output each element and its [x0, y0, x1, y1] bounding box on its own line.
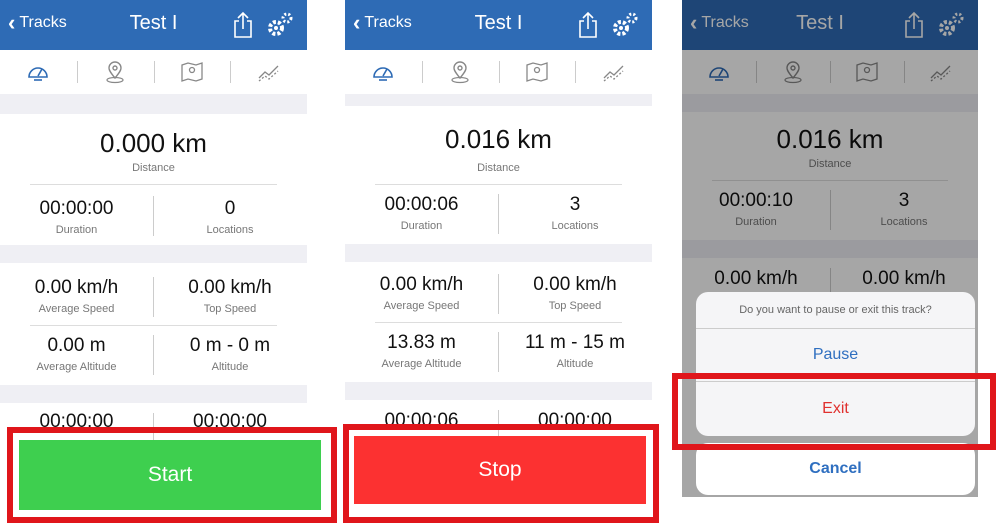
- share-icon[interactable]: [231, 11, 255, 39]
- share-icon[interactable]: [576, 11, 600, 39]
- map-pin-icon: [451, 61, 469, 84]
- divider: [375, 184, 622, 185]
- altitude-range-value: 11 m - 15 m: [525, 332, 625, 353]
- page-title: Test I: [129, 12, 178, 34]
- speedometer-icon: [373, 67, 394, 81]
- section-spacer: [0, 94, 307, 114]
- gear-icon[interactable]: [265, 10, 295, 40]
- map-pin-icon: [106, 61, 124, 84]
- duration-label: Duration: [55, 224, 98, 236]
- distance-label: Distance: [477, 162, 520, 174]
- top-speed-value: 0.00 km/h: [533, 274, 617, 295]
- locations-label: Locations: [551, 220, 599, 232]
- speed-altitude-card: 0.00 km/h Average Speed 0.00 km/h Top Sp…: [345, 262, 652, 382]
- page-title: Test I: [474, 12, 523, 34]
- tab-bar: [345, 50, 652, 94]
- section-spacer: [0, 385, 307, 403]
- tab-map[interactable]: [498, 50, 576, 94]
- locations-label: Locations: [206, 224, 254, 236]
- map-icon: [181, 62, 203, 82]
- section-spacer: [345, 244, 652, 262]
- duration-label: Duration: [400, 220, 443, 232]
- locations-value: 3: [569, 194, 581, 215]
- tab-chart[interactable]: [575, 50, 652, 94]
- tab-location[interactable]: [76, 50, 154, 94]
- locations-value: 0: [224, 198, 236, 219]
- cancel-button[interactable]: Cancel: [696, 443, 975, 495]
- duration-value: 00:00:06: [384, 194, 459, 215]
- average-altitude-value: 0.00 m: [47, 335, 106, 356]
- chart-icon: [258, 65, 279, 82]
- distance-card: 0.000 km Distance 00:00:00 Duration 0 Lo…: [0, 114, 307, 245]
- speed-altitude-card: 0.00 km/h Average Speed 0.00 km/h Top Sp…: [0, 263, 307, 385]
- tab-location[interactable]: [421, 50, 499, 94]
- tab-bar: [0, 50, 307, 94]
- top-speed-value: 0.00 km/h: [188, 277, 272, 298]
- tab-chart[interactable]: [230, 50, 307, 94]
- altitude-range-value: 0 m - 0 m: [189, 335, 271, 356]
- section-spacer: [0, 245, 307, 263]
- dialog-message: Do you want to pause or exit this track?: [739, 304, 932, 316]
- top-speed-label: Top Speed: [203, 303, 257, 315]
- distance-card: 0.016 km Distance 00:00:06 Duration 3 Lo…: [345, 106, 652, 244]
- average-speed-label: Average Speed: [38, 303, 115, 315]
- distance-label: Distance: [132, 162, 175, 174]
- highlight-box: [7, 427, 337, 523]
- divider: [30, 184, 277, 185]
- highlight-box: [672, 373, 996, 450]
- average-speed-value: 0.00 km/h: [379, 274, 464, 295]
- duration-value: 00:00:00: [39, 198, 114, 219]
- divider: [375, 322, 622, 323]
- chart-icon: [603, 65, 624, 82]
- tab-stats[interactable]: [0, 50, 77, 94]
- divider: [30, 325, 277, 326]
- section-spacer: [345, 94, 652, 106]
- distance-value: 0.016 km: [445, 124, 552, 154]
- nav-bar: ‹ Tracks Test I: [0, 0, 307, 50]
- section-spacer: [345, 382, 652, 400]
- average-altitude-label: Average Altitude: [36, 361, 117, 373]
- altitude-label: Altitude: [211, 361, 249, 373]
- nav-bar: ‹ Tracks Test I: [345, 0, 652, 50]
- tab-map[interactable]: [153, 50, 231, 94]
- top-speed-label: Top Speed: [548, 300, 602, 312]
- distance-value: 0.000 km: [100, 128, 207, 158]
- average-speed-value: 0.00 km/h: [34, 277, 119, 298]
- map-icon: [526, 62, 548, 82]
- average-altitude-label: Average Altitude: [381, 358, 462, 370]
- altitude-label: Altitude: [556, 358, 594, 370]
- gear-icon[interactable]: [610, 10, 640, 40]
- tab-stats[interactable]: [345, 50, 422, 94]
- average-speed-label: Average Speed: [383, 300, 460, 312]
- highlight-box: [343, 424, 659, 523]
- average-altitude-value: 13.83 m: [387, 332, 456, 353]
- speedometer-icon: [28, 67, 49, 81]
